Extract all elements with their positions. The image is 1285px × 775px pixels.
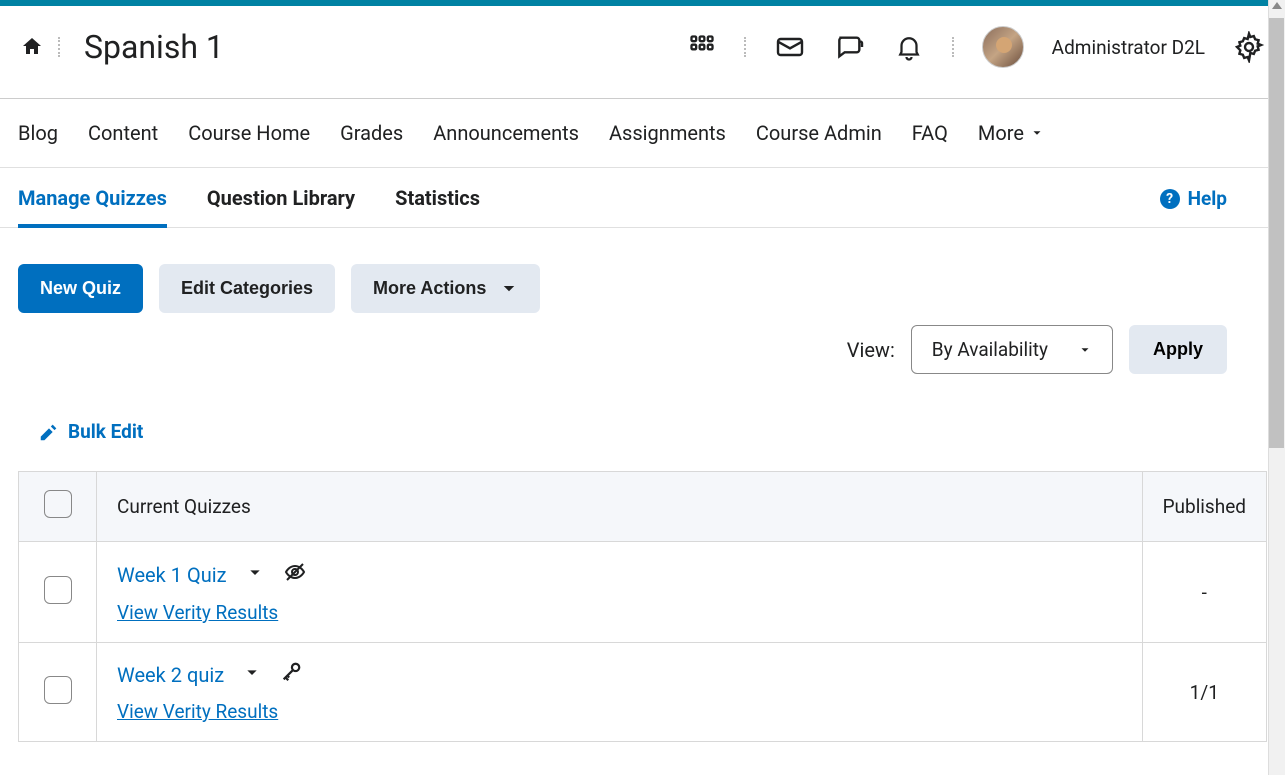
main-nav: Blog Content Course Home Grades Announce… [0, 99, 1285, 168]
quiz-title-row: Week 1 Quiz [117, 560, 1122, 589]
avatar[interactable] [982, 26, 1024, 68]
sub-tabs-row: Manage Quizzes Question Library Statisti… [0, 170, 1285, 228]
content-area: New Quiz Edit Categories More Actions Vi… [0, 228, 1285, 760]
help-link[interactable]: ? Help [1160, 187, 1227, 210]
more-actions-label: More Actions [373, 278, 486, 299]
chevron-down-icon [1078, 343, 1092, 357]
tab-statistics[interactable]: Statistics [395, 170, 480, 227]
edit-categories-button[interactable]: Edit Categories [159, 264, 335, 313]
nav-faq[interactable]: FAQ [912, 121, 948, 145]
quiz-actions-dropdown[interactable] [247, 563, 263, 586]
nav-course-home[interactable]: Course Home [188, 121, 310, 145]
tab-question-library[interactable]: Question Library [207, 170, 355, 227]
col-published: Published [1142, 472, 1266, 542]
nav-content[interactable]: Content [88, 121, 158, 145]
action-button-row: New Quiz Edit Categories More Actions [18, 264, 1267, 313]
special-access-icon [280, 661, 302, 688]
separator [744, 37, 746, 57]
chat-icon[interactable] [834, 31, 866, 63]
nav-course-admin[interactable]: Course Admin [756, 121, 882, 145]
gear-icon[interactable] [1233, 31, 1265, 63]
hidden-icon [283, 560, 307, 589]
col-quizzes: Current Quizzes [97, 472, 1143, 542]
nav-announcements[interactable]: Announcements [433, 121, 579, 145]
new-quiz-button[interactable]: New Quiz [18, 264, 143, 313]
verity-results-link[interactable]: View Verity Results [117, 700, 278, 723]
select-all-checkbox[interactable] [44, 490, 72, 518]
view-label: View: [847, 338, 895, 362]
verity-results-link[interactable]: View Verity Results [117, 601, 278, 624]
scroll-up-arrow[interactable] [1272, 2, 1282, 9]
quiz-title-link[interactable]: Week 1 Quiz [117, 563, 227, 587]
quizzes-table: Current Quizzes Published Week 1 Quiz [18, 471, 1267, 742]
apply-button[interactable]: Apply [1129, 325, 1227, 374]
header-left: Spanish 1 [20, 28, 224, 66]
vertical-scrollbar[interactable] [1268, 0, 1285, 775]
bell-icon[interactable] [894, 32, 924, 62]
row-check-cell [19, 643, 97, 742]
bulk-edit-label: Bulk Edit [68, 420, 143, 443]
course-title[interactable]: Spanish 1 [84, 28, 224, 66]
table-header-row: Current Quizzes Published [19, 472, 1267, 542]
nav-assignments[interactable]: Assignments [609, 121, 726, 145]
separator [952, 37, 954, 57]
nav-more[interactable]: More [978, 121, 1044, 145]
chevron-down-icon [500, 280, 518, 298]
quiz-cell: Week 1 Quiz View Verity Results [97, 542, 1143, 643]
quiz-title-link[interactable]: Week 2 quiz [117, 663, 224, 687]
table-row: Week 1 Quiz View Verity Results - [19, 542, 1267, 643]
row-checkbox[interactable] [44, 576, 72, 604]
view-select[interactable]: By Availability [911, 325, 1113, 374]
help-label: Help [1188, 187, 1227, 210]
header-right: Administrator D2L [688, 26, 1265, 68]
row-checkbox[interactable] [44, 676, 72, 704]
scroll-thumb[interactable] [1269, 18, 1284, 448]
quiz-title-row: Week 2 quiz [117, 661, 1122, 688]
help-icon: ? [1160, 189, 1180, 209]
select-all-header [19, 472, 97, 542]
published-cell: 1/1 [1142, 643, 1266, 742]
bulk-edit-link[interactable]: Bulk Edit [38, 420, 1267, 443]
view-selected: By Availability [932, 338, 1048, 361]
view-filter-row: View: By Availability Apply [18, 325, 1267, 374]
user-name[interactable]: Administrator D2L [1052, 36, 1205, 59]
table-row: Week 2 quiz View Verity Results 1/1 [19, 643, 1267, 742]
home-icon[interactable] [20, 35, 44, 59]
nav-grades[interactable]: Grades [340, 121, 403, 145]
mail-icon[interactable] [774, 31, 806, 63]
nav-more-label: More [978, 121, 1024, 145]
published-cell: - [1142, 542, 1266, 643]
quiz-actions-dropdown[interactable] [244, 663, 260, 686]
row-check-cell [19, 542, 97, 643]
apps-grid-icon[interactable] [688, 33, 716, 61]
separator [58, 37, 60, 57]
more-actions-button[interactable]: More Actions [351, 264, 540, 313]
nav-blog[interactable]: Blog [18, 121, 58, 145]
tab-manage-quizzes[interactable]: Manage Quizzes [18, 170, 167, 228]
sub-tabs: Manage Quizzes Question Library Statisti… [18, 170, 1160, 227]
bulk-edit-icon [38, 421, 60, 443]
course-header: Spanish 1 Administrator D2L [0, 6, 1285, 99]
header-icon-group [688, 31, 954, 63]
quiz-cell: Week 2 quiz View Verity Results [97, 643, 1143, 742]
chevron-down-icon [1030, 126, 1044, 140]
